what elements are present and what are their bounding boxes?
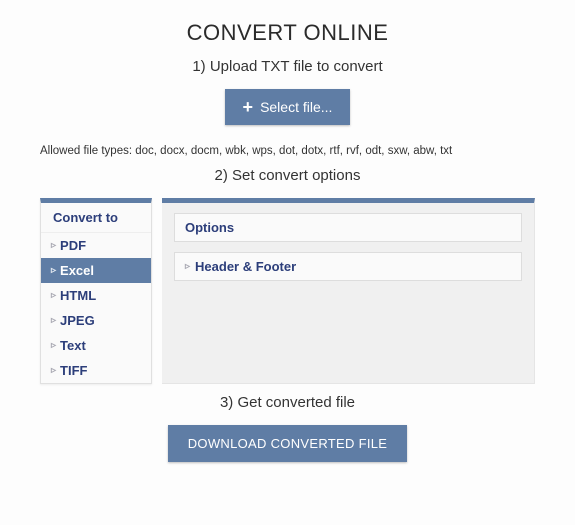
- format-label: HTML: [60, 288, 96, 303]
- triangle-right-icon: ▹: [185, 261, 190, 272]
- header-footer-label: Header & Footer: [195, 259, 296, 274]
- triangle-right-icon: ▹: [51, 241, 56, 251]
- select-file-label: Select file...: [260, 99, 332, 115]
- options-panel: Options ▹ Header & Footer: [162, 198, 535, 384]
- format-item-html[interactable]: ▹ HTML: [41, 283, 151, 308]
- page-title: CONVERT ONLINE: [40, 20, 535, 46]
- triangle-right-icon: ▹: [51, 316, 56, 326]
- step1-header: 1) Upload TXT file to convert: [40, 58, 535, 75]
- format-item-excel[interactable]: ▹ Excel: [41, 258, 151, 283]
- select-file-button[interactable]: + Select file...: [225, 89, 351, 125]
- plus-icon: +: [243, 98, 254, 116]
- format-label: Text: [60, 338, 86, 353]
- format-label: JPEG: [60, 313, 95, 328]
- step3-header: 3) Get converted file: [40, 394, 535, 411]
- convert-options-area: Convert to ▹ PDF ▹ Excel ▹ HTML ▹ JPEG ▹ Text ▹ TIF…: [40, 198, 535, 384]
- format-label: PDF: [60, 238, 86, 253]
- step2-header: 2) Set convert options: [40, 167, 535, 184]
- sidebar-title: Convert to: [41, 203, 151, 233]
- triangle-right-icon: ▹: [51, 291, 56, 301]
- options-label: Options: [185, 220, 234, 235]
- format-label: TIFF: [60, 363, 87, 378]
- options-row[interactable]: Options: [174, 213, 522, 242]
- format-label: Excel: [60, 263, 94, 278]
- format-item-text[interactable]: ▹ Text: [41, 333, 151, 358]
- format-item-jpeg[interactable]: ▹ JPEG: [41, 308, 151, 333]
- format-item-tiff[interactable]: ▹ TIFF: [41, 358, 151, 383]
- triangle-right-icon: ▹: [51, 266, 56, 276]
- triangle-right-icon: ▹: [51, 366, 56, 376]
- triangle-right-icon: ▹: [51, 341, 56, 351]
- format-item-pdf[interactable]: ▹ PDF: [41, 233, 151, 258]
- allowed-types-text: Allowed file types: doc, docx, docm, wbk…: [40, 145, 535, 157]
- header-footer-row[interactable]: ▹ Header & Footer: [174, 252, 522, 281]
- download-button[interactable]: DOWNLOAD CONVERTED FILE: [168, 425, 408, 462]
- convert-to-sidebar: Convert to ▹ PDF ▹ Excel ▹ HTML ▹ JPEG ▹ Text ▹ TIF…: [40, 198, 152, 384]
